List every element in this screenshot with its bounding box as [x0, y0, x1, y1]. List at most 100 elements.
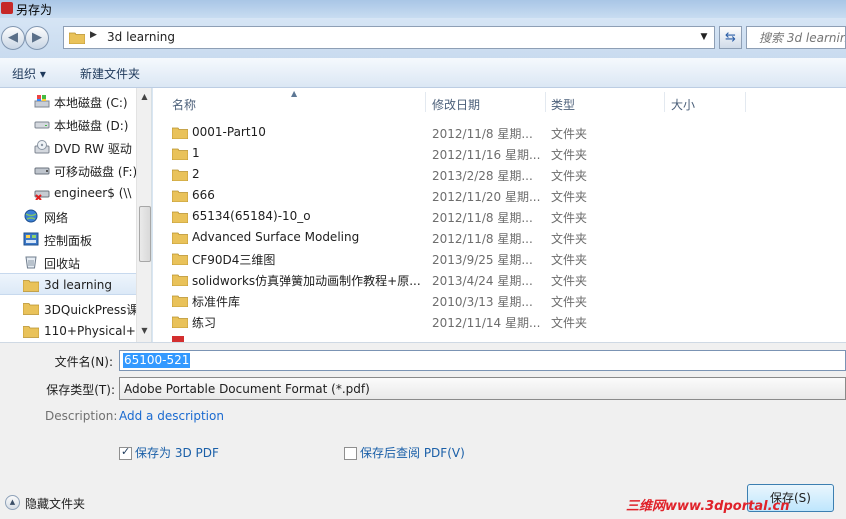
file-name: CF90D4三维图: [192, 253, 276, 267]
new-folder-button[interactable]: 新建文件夹: [80, 65, 140, 82]
nav-item-3dquickpress[interactable]: 3DQuickPress课: [0, 297, 136, 319]
control-panel-icon: [23, 232, 39, 246]
file-date: 2012/11/8 星期...: [432, 232, 533, 246]
watermark: 三维网www.3dportal.cn: [626, 499, 790, 514]
chevron-up-icon: ▲: [5, 495, 20, 510]
file-name: 2: [192, 167, 200, 181]
arrow-right-icon: ▶: [32, 30, 42, 45]
file-date: 2013/4/24 星期...: [432, 274, 533, 288]
nav-label: DVD RW 驱动: [54, 142, 132, 156]
file-row[interactable]: 65134(65184)-10_o 2012/11/8 星期... 文件夹: [153, 206, 846, 227]
view-after-save-checkbox[interactable]: [344, 447, 357, 460]
navigation-pane: 本地磁盘 (C:) 本地磁盘 (D:) DVD RW 驱动 可移动磁盘 (F:)…: [0, 88, 152, 342]
file-row[interactable]: solidworks仿真弹簧加动画制作教程+原... 2013/4/24 星期.…: [153, 269, 846, 290]
file-date: 2012/11/16 星期...: [432, 148, 541, 162]
nav-item-recycle-bin[interactable]: 回收站: [0, 251, 136, 273]
view-after-save-label[interactable]: 保存后查阅 PDF(V): [360, 444, 465, 461]
filename-value[interactable]: 65100-521: [123, 353, 191, 368]
save-as-3d-pdf-label[interactable]: 保存为 3D PDF: [135, 444, 219, 461]
nav-label: 可移动磁盘 (F:): [54, 165, 136, 179]
refresh-button[interactable]: ⇆: [719, 26, 742, 49]
organize-button[interactable]: 组织 ▾: [12, 65, 46, 82]
nav-item-network[interactable]: 网络: [0, 205, 136, 227]
file-date: 2012/11/14 星期...: [432, 316, 541, 330]
chevron-down-icon[interactable]: ▼: [696, 29, 712, 46]
file-row[interactable]: 练习 2012/11/14 星期... 文件夹: [153, 311, 846, 332]
description-label: Description:: [45, 409, 118, 423]
folder-icon: [172, 316, 188, 328]
nav-label: 110+Physical+c: [44, 324, 136, 338]
nav-item-removable[interactable]: 可移动磁盘 (F:): [0, 159, 136, 181]
folder-icon: [172, 148, 188, 160]
nav-item-3d-learning[interactable]: 3d learning: [0, 273, 136, 295]
file-type: 文件夹: [551, 211, 588, 225]
file-name: 练习: [192, 316, 217, 330]
nav-label: engineer$ (\\: [54, 186, 132, 200]
drive-c-icon: [34, 95, 50, 108]
nav-item-drive-c[interactable]: 本地磁盘 (C:): [0, 90, 136, 112]
recycle-bin-icon: [25, 256, 37, 269]
file-row[interactable]: 1 2012/11/16 星期... 文件夹: [153, 143, 846, 164]
folder-icon: [23, 303, 39, 315]
folder-icon: [172, 190, 188, 202]
file-type: 文件夹: [551, 253, 588, 267]
file-type: 文件夹: [551, 148, 588, 162]
chevron-right-icon[interactable]: ▶: [90, 30, 97, 40]
save-as-3d-pdf-checkbox[interactable]: [119, 445, 132, 460]
column-header-type[interactable]: 类型: [546, 88, 664, 115]
file-row[interactable]: 2 2013/2/28 星期... 文件夹: [153, 164, 846, 185]
filename-label: 文件名(N):: [54, 355, 113, 369]
scroll-down-icon[interactable]: ▼: [137, 324, 151, 338]
file-date: 2010/3/13 星期...: [432, 295, 533, 309]
folder-icon: [172, 169, 188, 181]
filetype-label: 保存类型(T):: [46, 383, 115, 397]
address-bar[interactable]: ▶ 3d learning ▼: [63, 26, 715, 49]
nav-scrollbar[interactable]: ▲ ▼: [136, 88, 151, 342]
folder-icon: [23, 326, 39, 338]
refresh-icon: ⇆: [725, 30, 736, 45]
file-type: 文件夹: [551, 295, 588, 309]
file-type: 文件夹: [551, 127, 588, 141]
back-button[interactable]: ◀: [1, 26, 25, 50]
file-name: Advanced Surface Modeling: [192, 230, 360, 244]
file-row[interactable]: Advanced Surface Modeling 2012/11/8 星期..…: [153, 227, 846, 248]
folder-icon: [172, 232, 188, 244]
add-description-link[interactable]: Add a description: [119, 409, 224, 423]
file-row[interactable]: CF90D4三维图 2013/9/25 星期... 文件夹: [153, 248, 846, 269]
search-field[interactable]: [746, 26, 846, 49]
nav-item-network-drive[interactable]: engineer$ (\\: [0, 182, 136, 204]
scrollbar-thumb[interactable]: [139, 206, 151, 262]
nav-label: 网络: [44, 211, 69, 225]
filename-input[interactable]: 65100-521: [119, 350, 846, 371]
file-row[interactable]: 标准件库 2010/3/13 星期... 文件夹: [153, 290, 846, 311]
file-date: 2012/11/20 星期...: [432, 190, 541, 204]
file-row[interactable]: 666 2012/11/20 星期... 文件夹: [153, 185, 846, 206]
folder-icon: [23, 280, 39, 292]
nav-item-dvd[interactable]: DVD RW 驱动: [0, 136, 136, 158]
scroll-up-icon[interactable]: ▲: [137, 90, 151, 104]
nav-label: 回收站: [44, 257, 81, 271]
breadcrumb[interactable]: 3d learning: [107, 30, 175, 44]
nav-item-110-physical[interactable]: 110+Physical+c: [0, 320, 136, 342]
drive-icon: [34, 121, 50, 129]
column-divider[interactable]: [745, 92, 746, 112]
file-row[interactable]: 0001-Part10 2012/11/8 星期... 文件夹: [153, 122, 846, 143]
file-name: 666: [192, 188, 215, 202]
column-header-size[interactable]: 大小: [665, 88, 745, 115]
arrow-left-icon: ◀: [8, 30, 18, 45]
nav-item-drive-d[interactable]: 本地磁盘 (D:): [0, 113, 136, 135]
filetype-select[interactable]: Adobe Portable Document Format (*.pdf): [119, 377, 846, 400]
file-type: 文件夹: [551, 316, 588, 330]
nav-item-control-panel[interactable]: 控制面板: [0, 228, 136, 250]
file-date: 2013/9/25 星期...: [432, 253, 533, 267]
column-header-name[interactable]: 名称: [153, 88, 425, 115]
file-type: 文件夹: [551, 232, 588, 246]
file-type: 文件夹: [551, 190, 588, 204]
folder-icon: [172, 253, 188, 265]
removable-drive-icon: [34, 167, 50, 175]
forward-button[interactable]: ▶: [25, 26, 49, 50]
file-list: ▲ 名称 修改日期 类型 大小 0001-Part10 2012/11/8 星期…: [153, 88, 846, 342]
search-input[interactable]: [747, 27, 845, 48]
column-header-date[interactable]: 修改日期: [426, 88, 545, 115]
app-icon: [1, 2, 13, 14]
